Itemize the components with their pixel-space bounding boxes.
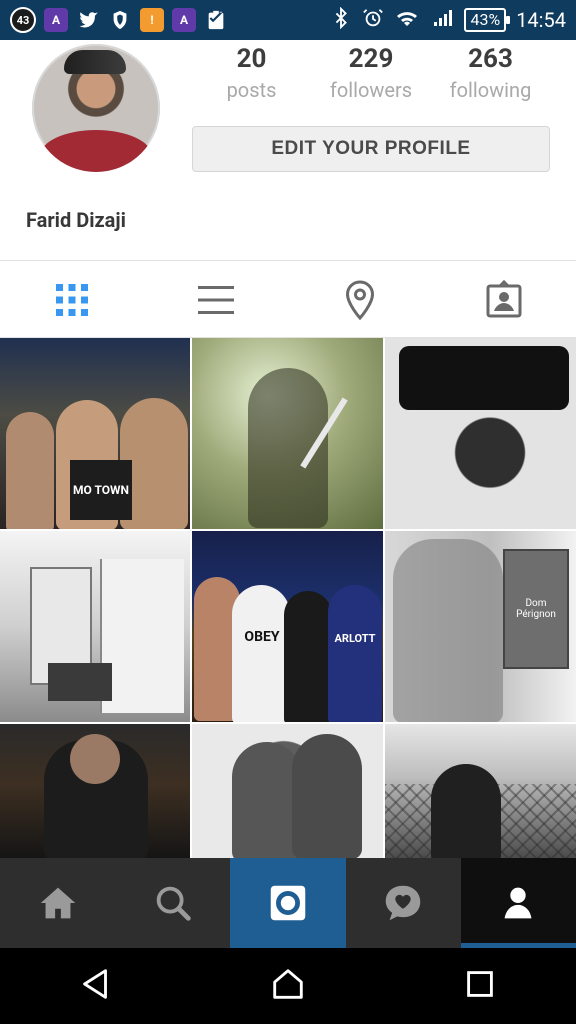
- following-count: 263: [468, 44, 513, 74]
- system-navigation: [0, 948, 576, 1024]
- posts-label: posts: [226, 78, 277, 102]
- photo-grid-item[interactable]: Dom Pérignon: [385, 531, 576, 722]
- nav-home[interactable]: [0, 858, 115, 948]
- edit-profile-button[interactable]: EDIT YOUR PROFILE: [192, 126, 550, 172]
- bottom-navigation: [0, 858, 576, 948]
- profile-stats: 20 posts 229 followers 263 following: [192, 44, 550, 124]
- followers-count: 229: [348, 44, 394, 74]
- stat-following[interactable]: 263 following: [431, 44, 550, 124]
- alert-icon: !: [140, 8, 164, 32]
- brave-icon: [108, 8, 132, 32]
- followers-label: followers: [329, 78, 413, 102]
- tagged-photos-icon: [486, 279, 522, 317]
- profile-full-name: Farid Dizaji: [26, 208, 126, 232]
- bluetooth-icon: [330, 6, 352, 34]
- tab-location[interactable]: [288, 261, 432, 338]
- system-recent-button[interactable]: [461, 965, 499, 1007]
- twitter-icon: [76, 8, 100, 32]
- nav-profile[interactable]: [460, 858, 576, 948]
- stat-posts[interactable]: 20 posts: [192, 44, 311, 124]
- home-icon: [40, 887, 75, 919]
- search-icon: [156, 886, 191, 921]
- battery-indicator: 43%: [464, 8, 510, 32]
- posts-count: 20: [236, 44, 267, 74]
- photo-box-text: Dom Pérignon: [503, 549, 569, 669]
- avatar-cap: [64, 50, 126, 74]
- location-pin-icon: [345, 279, 375, 320]
- photo-shirt-text: MO TOWN: [70, 460, 132, 520]
- back-triangle-icon: [83, 969, 107, 999]
- camera-icon: [270, 885, 306, 921]
- photo-grid-item[interactable]: [0, 724, 190, 858]
- nav-activity[interactable]: [346, 858, 461, 948]
- wifi-icon: [394, 6, 420, 35]
- photo-shirt-text: OBEY: [244, 629, 280, 645]
- profile-icon: [504, 887, 532, 919]
- alarm-icon: [362, 7, 384, 34]
- following-label: following: [449, 78, 532, 102]
- photo-grid: MO TOWN OBEY ARLOTT Dom Pérignon: [0, 338, 576, 858]
- recent-apps-icon: [467, 971, 493, 997]
- photo-grid-item[interactable]: [385, 724, 576, 858]
- tab-list[interactable]: [144, 261, 288, 338]
- clipboard-icon: [204, 8, 228, 32]
- photo-grid-item[interactable]: [192, 338, 383, 529]
- photo-grid-item[interactable]: MO TOWN: [0, 338, 190, 529]
- photo-grid-item[interactable]: [0, 531, 190, 722]
- nav-search[interactable]: [115, 858, 230, 948]
- nav-camera[interactable]: [230, 858, 346, 948]
- tab-grid[interactable]: [0, 261, 144, 338]
- list-icon: [198, 285, 234, 314]
- notification-icons: 43 A ! A: [10, 7, 228, 33]
- profile-header: 20 posts 229 followers 263 following EDI…: [0, 40, 576, 260]
- notification-count-icon: 43: [10, 7, 36, 33]
- photo-grid-item[interactable]: [192, 724, 383, 858]
- system-home-button[interactable]: [269, 965, 307, 1007]
- stat-followers[interactable]: 229 followers: [312, 44, 431, 124]
- clock: 14:54: [516, 8, 566, 32]
- system-back-button[interactable]: [77, 965, 115, 1007]
- profile-content-tabs: [0, 260, 576, 338]
- photo-grid-item[interactable]: OBEY ARLOTT: [192, 531, 383, 722]
- status-bar: 43 A ! A 43% 14:54: [0, 0, 576, 40]
- grid-icon: [56, 283, 88, 316]
- photo-grid-item[interactable]: [385, 338, 576, 529]
- app-a-icon: A: [44, 8, 68, 32]
- photo-shirt-text: ARLOTT: [334, 631, 376, 645]
- status-right-area: 43% 14:54: [330, 6, 566, 35]
- activity-bubble-icon: [385, 885, 421, 921]
- profile-avatar[interactable]: [32, 44, 160, 172]
- avatar-shirt: [40, 130, 152, 172]
- home-outline-icon: [273, 969, 303, 999]
- signal-icon: [430, 6, 454, 35]
- tab-tagged[interactable]: [432, 261, 576, 338]
- app-a-alert-icon: A: [172, 8, 196, 32]
